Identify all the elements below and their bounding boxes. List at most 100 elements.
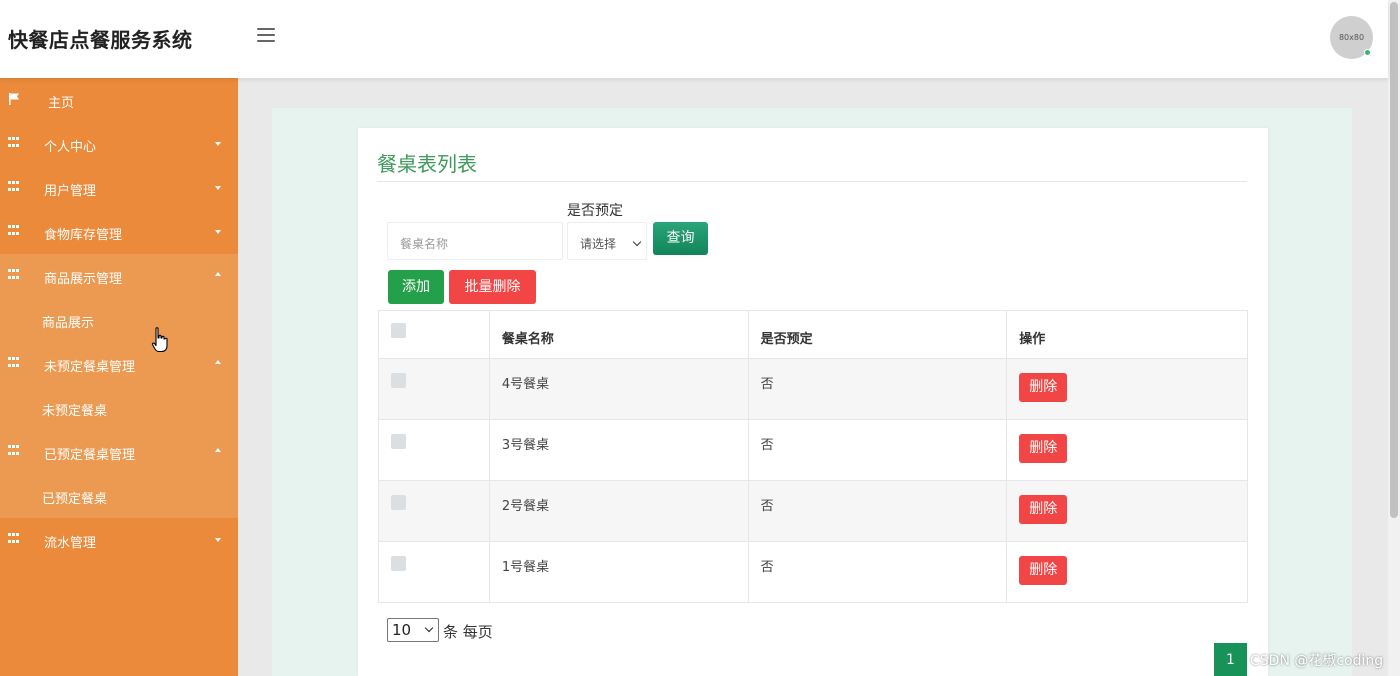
sidebar-item-label: 食物库存管理 xyxy=(44,228,123,243)
column-header: 是否预定 xyxy=(747,310,1008,359)
chevron-down-icon xyxy=(215,538,221,542)
grid-icon xyxy=(8,533,20,545)
grid-icon xyxy=(8,225,20,237)
chevron-up-icon xyxy=(215,448,221,452)
delete-button[interactable]: 删除 xyxy=(1019,434,1068,463)
pagination-page-1[interactable]: 1 xyxy=(1214,643,1247,676)
sidebar-item-label: 个人中心 xyxy=(44,140,97,155)
row-checkbox[interactable] xyxy=(391,556,406,571)
reserved-cell: 否 xyxy=(747,358,1008,420)
scrollbar-thumb[interactable] xyxy=(1390,2,1398,518)
sidebar-item-product-display-management[interactable]: 商品展示管理 xyxy=(0,254,238,298)
sidebar-item-label: 商品展示 xyxy=(42,316,95,331)
reserved-filter-label: 是否预定 xyxy=(567,203,623,219)
sidebar-subitem-reserved-table[interactable]: 已预定餐桌 xyxy=(0,474,238,518)
menu-toggle-icon[interactable] xyxy=(257,28,275,44)
column-header: 操作 xyxy=(1006,310,1248,359)
delete-button[interactable]: 删除 xyxy=(1019,495,1068,524)
sidebar-item-label: 未预定餐桌管理 xyxy=(44,360,136,375)
sidebar-subitem-unreserved-table[interactable]: 未预定餐桌 xyxy=(0,386,238,430)
column-header: 餐桌名称 xyxy=(488,310,749,359)
row-checkbox[interactable] xyxy=(391,434,406,449)
chevron-down-icon xyxy=(632,237,642,247)
table-row: 2号餐桌 否 删除 xyxy=(378,480,1248,542)
page-size-label: 条 每页 xyxy=(443,623,493,641)
chevron-up-icon xyxy=(215,360,221,364)
sidebar-subitem-product-display[interactable]: 商品展示 xyxy=(0,298,238,342)
action-cell: 删除 xyxy=(1006,480,1248,542)
sidebar-item-label: 用户管理 xyxy=(44,184,97,199)
sidebar-item-reserved-table-management[interactable]: 已预定餐桌管理 xyxy=(0,430,238,474)
grid-icon xyxy=(8,181,20,193)
top-header: 快餐店点餐服务系统 80x80 xyxy=(0,0,1388,78)
select-all-checkbox[interactable] xyxy=(391,323,406,338)
table-row: 4号餐桌 否 删除 xyxy=(378,358,1248,420)
sidebar-item-transaction-management[interactable]: 流水管理 xyxy=(0,518,238,562)
sidebar-item-label: 已预定餐桌管理 xyxy=(44,448,136,463)
flag-icon xyxy=(9,93,19,105)
table-row: 3号餐桌 否 删除 xyxy=(378,419,1248,481)
sidebar-item-label: 已预定餐桌 xyxy=(42,492,108,507)
delete-button[interactable]: 删除 xyxy=(1019,556,1068,585)
sidebar-item-personal-center[interactable]: 个人中心 xyxy=(0,122,238,166)
batch-delete-button[interactable]: 批量删除 xyxy=(449,270,536,304)
add-button[interactable]: 添加 xyxy=(388,270,444,304)
table-header-row: 餐桌名称 是否预定 操作 xyxy=(378,310,1248,359)
grid-icon xyxy=(8,269,20,281)
action-cell: 删除 xyxy=(1006,358,1248,420)
query-button[interactable]: 查询 xyxy=(653,222,708,255)
table-name-cell: 1号餐桌 xyxy=(488,541,749,603)
avatar[interactable]: 80x80 xyxy=(1330,16,1373,59)
sidebar-item-label: 主页 xyxy=(48,96,75,111)
page-size-value: 10 xyxy=(392,621,412,639)
grid-icon xyxy=(8,357,20,369)
table-list-card: 餐桌表列表 是否预定 餐桌名称 请选择 查询 添加 批量删除 餐桌名称 是否预定… xyxy=(358,128,1268,676)
table-row: 1号餐桌 否 删除 xyxy=(378,541,1248,603)
delete-button[interactable]: 删除 xyxy=(1019,373,1068,402)
sidebar-item-label: 商品展示管理 xyxy=(44,272,123,287)
sidebar-item-food-inventory[interactable]: 食物库存管理 xyxy=(0,210,238,254)
row-checkbox[interactable] xyxy=(391,495,406,510)
reserved-cell: 否 xyxy=(747,419,1008,481)
table-name-search-input[interactable]: 餐桌名称 xyxy=(387,222,563,260)
title-divider xyxy=(377,181,1247,182)
row-checkbox-cell xyxy=(378,541,490,603)
chevron-down-icon xyxy=(215,186,221,190)
sidebar: 主页 个人中心 用户管理 食物库存管理 商品展示管理 商品展示 未预定餐桌管理 … xyxy=(0,78,238,676)
avatar-text: 80x80 xyxy=(1338,33,1365,42)
chevron-down-icon xyxy=(215,142,221,146)
select-value: 请选择 xyxy=(580,237,617,251)
table-name-cell: 4号餐桌 xyxy=(488,358,749,420)
watermark: CSDN @花椒coding xyxy=(1250,653,1384,669)
table-name-cell: 2号餐桌 xyxy=(488,480,749,542)
tables-table: 餐桌名称 是否预定 操作 4号餐桌 否 删除 3号餐桌 否 删除 2号餐桌 否 xyxy=(378,310,1248,603)
sidebar-item-user-management[interactable]: 用户管理 xyxy=(0,166,238,210)
select-all-cell xyxy=(378,310,490,359)
grid-icon xyxy=(8,445,20,457)
page-size-select[interactable]: 10 xyxy=(387,618,439,642)
reserved-filter-select[interactable]: 请选择 xyxy=(567,222,647,260)
sidebar-item-label: 未预定餐桌 xyxy=(42,404,108,419)
row-checkbox-cell xyxy=(378,480,490,542)
reserved-cell: 否 xyxy=(747,480,1008,542)
chevron-up-icon xyxy=(215,272,221,276)
reserved-cell: 否 xyxy=(747,541,1008,603)
hand-pointer-cursor-icon xyxy=(151,327,168,353)
app-title: 快餐店点餐服务系统 xyxy=(8,28,193,52)
sidebar-item-home[interactable]: 主页 xyxy=(0,78,238,122)
action-cell: 删除 xyxy=(1006,541,1248,603)
action-cell: 删除 xyxy=(1006,419,1248,481)
sidebar-item-unreserved-table-management[interactable]: 未预定餐桌管理 xyxy=(0,342,238,386)
search-input-placeholder: 餐桌名称 xyxy=(400,237,449,251)
row-checkbox-cell xyxy=(378,358,490,420)
grid-icon xyxy=(8,137,20,149)
row-checkbox-cell xyxy=(378,419,490,481)
page-title: 餐桌表列表 xyxy=(377,152,477,176)
row-checkbox[interactable] xyxy=(391,373,406,388)
sidebar-item-label: 流水管理 xyxy=(44,536,97,551)
chevron-down-icon xyxy=(215,230,221,234)
page-scrollbar[interactable] xyxy=(1388,0,1400,676)
online-status-dot xyxy=(1364,49,1371,56)
chevron-down-icon xyxy=(424,623,434,633)
table-name-cell: 3号餐桌 xyxy=(488,419,749,481)
